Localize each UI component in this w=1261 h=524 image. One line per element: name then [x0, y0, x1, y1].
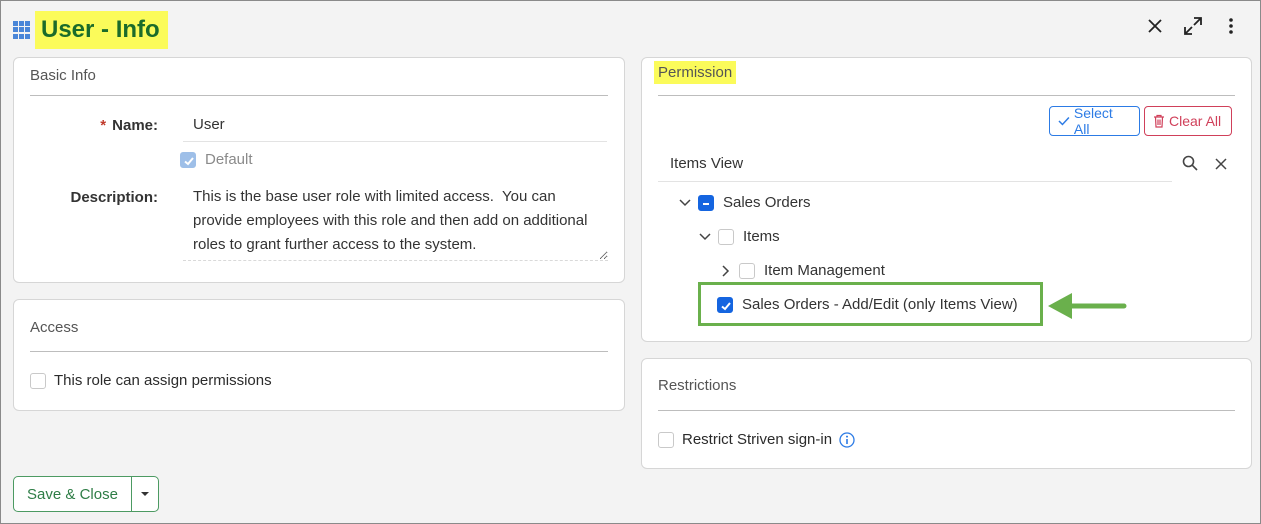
- save-close-button[interactable]: Save & Close: [14, 477, 132, 511]
- item-management-label: Item Management: [764, 262, 885, 279]
- basic-info-title: Basic Info: [30, 67, 96, 84]
- assign-permissions-row: This role can assign permissions: [30, 372, 272, 389]
- trash-icon: [1154, 114, 1164, 128]
- info-icon[interactable]: [839, 431, 855, 448]
- caret-down-icon[interactable]: [132, 477, 158, 511]
- sales-orders-label: Sales Orders: [723, 194, 811, 211]
- more-vertical-icon[interactable]: [1220, 15, 1242, 37]
- sales-orders-add-edit-checkbox[interactable]: [717, 296, 733, 313]
- access-panel: Access This role can assign permissions: [13, 299, 625, 411]
- name-field-underline: [183, 141, 607, 142]
- dialog-window: User - Info Basic Info * Name: User Defau…: [0, 0, 1261, 524]
- description-label: Description:: [70, 189, 158, 206]
- basic-info-panel: Basic Info * Name: User Default Descripti…: [13, 57, 625, 283]
- chevron-down-icon[interactable]: [678, 196, 692, 210]
- assign-permissions-label: This role can assign permissions: [54, 372, 272, 389]
- annotation-arrow-icon: [1048, 293, 1127, 319]
- page-title: User - Info: [35, 11, 168, 49]
- assign-permissions-checkbox[interactable]: [30, 372, 46, 389]
- chevron-right-icon[interactable]: [719, 264, 733, 278]
- items-checkbox[interactable]: [718, 228, 734, 245]
- clear-search-icon[interactable]: [1215, 157, 1227, 175]
- item-management-checkbox[interactable]: [739, 262, 755, 279]
- clear-all-label: Clear All: [1169, 113, 1222, 129]
- save-close-split-button: Save & Close: [13, 476, 159, 512]
- name-label: * Name:: [54, 117, 158, 134]
- divider: [658, 95, 1235, 96]
- select-all-button[interactable]: Select All: [1049, 105, 1140, 137]
- divider: [30, 95, 608, 96]
- access-title: Access: [30, 319, 79, 336]
- tree-node-sales-orders-add-edit: Sales Orders - Add/Edit (only Items View…: [717, 296, 1018, 313]
- window-controls: [1144, 15, 1242, 37]
- restrictions-panel: Restrictions Restrict Striven sign-in: [641, 358, 1252, 469]
- select-all-label: Select All: [1073, 105, 1113, 137]
- dialog-header: User - Info: [13, 11, 168, 49]
- close-icon[interactable]: [1144, 15, 1166, 37]
- default-label: Default: [205, 151, 253, 168]
- name-field[interactable]: User: [193, 116, 225, 133]
- permission-title: Permission: [654, 61, 737, 84]
- permission-search-input[interactable]: Items View: [670, 155, 743, 172]
- restrict-signin-row: Restrict Striven sign-in: [658, 431, 855, 448]
- restrictions-title: Restrictions: [658, 377, 737, 394]
- sales-orders-checkbox[interactable]: [698, 194, 714, 211]
- divider: [30, 351, 608, 352]
- sales-orders-add-edit-label: Sales Orders - Add/Edit (only Items View…: [742, 296, 1018, 313]
- default-checkbox-row: Default: [180, 151, 253, 168]
- restrict-signin-checkbox[interactable]: [658, 431, 674, 448]
- tree-node-item-management: Item Management: [719, 262, 885, 279]
- permission-title-text: Permission: [654, 61, 737, 84]
- divider: [658, 410, 1235, 411]
- app-grid-icon[interactable]: [13, 21, 31, 39]
- description-textarea[interactable]: [183, 185, 608, 261]
- search-underline: [658, 181, 1172, 182]
- tree-node-items: Items: [698, 228, 780, 245]
- required-marker: *: [100, 117, 107, 134]
- default-checkbox[interactable]: [180, 151, 196, 168]
- chevron-down-icon[interactable]: [698, 230, 712, 244]
- restrict-signin-label: Restrict Striven sign-in: [682, 431, 833, 448]
- tree-node-sales-orders: Sales Orders: [678, 194, 811, 211]
- name-label-text: Name:: [112, 117, 158, 134]
- clear-all-button[interactable]: Clear All: [1144, 106, 1232, 136]
- expand-icon[interactable]: [1182, 15, 1204, 37]
- check-icon: [1058, 117, 1070, 126]
- permission-panel: Permission Select All Clear All Items Vi…: [641, 57, 1252, 342]
- search-icon[interactable]: [1182, 155, 1198, 176]
- items-label: Items: [743, 228, 780, 245]
